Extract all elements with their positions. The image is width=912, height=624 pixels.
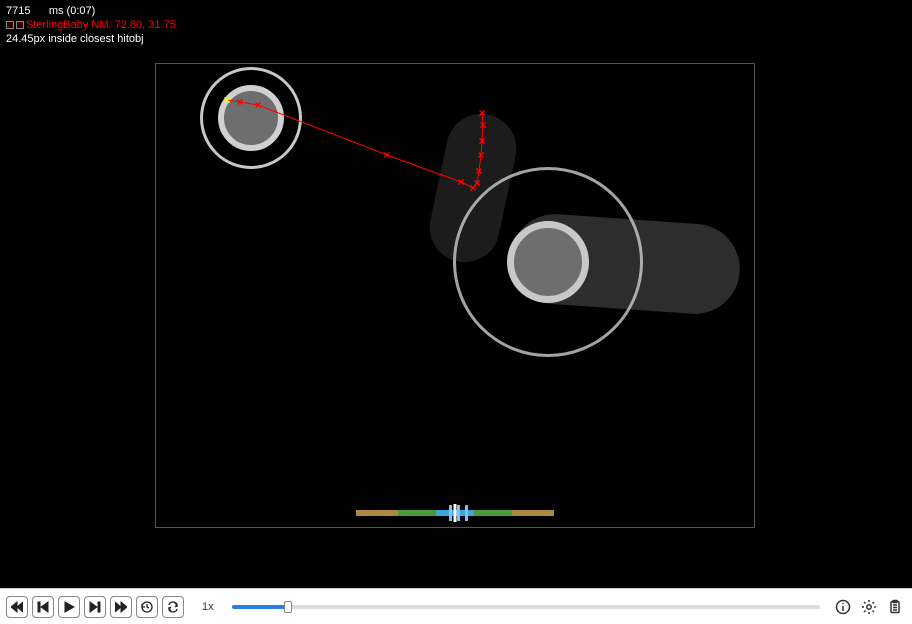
info-icon <box>835 599 851 615</box>
player-color-box <box>6 21 14 29</box>
gear-icon <box>861 599 877 615</box>
cursor-mark: × <box>383 148 390 162</box>
seek-bar[interactable] <box>232 598 820 616</box>
cursor-mark: × <box>479 118 486 132</box>
viewport: 7715 ms (0:07) SterlingBaby NM: 72.80, 3… <box>0 0 912 624</box>
seek-thumb[interactable] <box>284 601 292 613</box>
skip-back-icon <box>11 601 23 613</box>
debug-overlay: 7715 ms (0:07) SterlingBaby NM: 72.80, 3… <box>6 4 176 46</box>
skip-forward-icon <box>115 601 127 613</box>
cursor-mark: × <box>478 134 485 148</box>
time-ms: 7715 <box>6 5 30 17</box>
time-label: ms (0:07) <box>49 5 95 17</box>
cursor-mark: × <box>477 148 484 162</box>
cursor-mark: × <box>457 175 464 189</box>
loop-icon <box>167 601 179 613</box>
cursor-mark: × <box>478 106 485 120</box>
play-icon <box>63 601 75 613</box>
hit-error-segment <box>356 510 398 516</box>
hit-error-bar <box>356 510 554 516</box>
cursor-mark: × <box>254 98 261 112</box>
debug-hitobj: 24.45px inside closest hitobj <box>6 32 176 46</box>
hit-error-mark <box>457 505 460 521</box>
history-button[interactable] <box>136 596 158 618</box>
seek-track <box>232 605 820 609</box>
loop-button[interactable] <box>162 596 184 618</box>
skip-back-button[interactable] <box>6 596 28 618</box>
play-button[interactable] <box>58 596 80 618</box>
clipboard-icon <box>887 599 903 615</box>
right-icon-group <box>832 596 906 618</box>
playfield[interactable]: ×××××××××××× <box>155 63 755 528</box>
hit-error-segment <box>474 510 512 516</box>
cursor-mark: × <box>223 93 230 107</box>
history-icon <box>141 601 153 613</box>
debug-player: SterlingBaby NM: 72.80, 31.75 <box>6 18 176 32</box>
hit-error-mark <box>465 505 468 521</box>
skip-forward-button[interactable] <box>110 596 132 618</box>
step-forward-icon <box>89 601 101 613</box>
hit-error-segment <box>512 510 554 516</box>
cursor-mark: × <box>473 176 480 190</box>
seek-fill <box>232 605 288 609</box>
step-back-button[interactable] <box>32 596 54 618</box>
player-color-box-2 <box>16 21 24 29</box>
step-forward-button[interactable] <box>84 596 106 618</box>
debug-time: 7715 ms (0:07) <box>6 4 176 18</box>
cursor-mark: × <box>236 95 243 109</box>
cursor-trail-line <box>155 63 755 528</box>
hit-error-mark <box>449 505 452 521</box>
step-back-icon <box>37 601 49 613</box>
settings-button[interactable] <box>858 596 880 618</box>
info-button[interactable] <box>832 596 854 618</box>
hit-error-segment <box>398 510 436 516</box>
cursor-mark: × <box>475 164 482 178</box>
clipboard-button[interactable] <box>884 596 906 618</box>
speed-label: 1x <box>202 601 214 613</box>
control-bar: 1x <box>0 588 912 624</box>
player-info: SterlingBaby NM: 72.80, 31.75 <box>26 18 176 32</box>
